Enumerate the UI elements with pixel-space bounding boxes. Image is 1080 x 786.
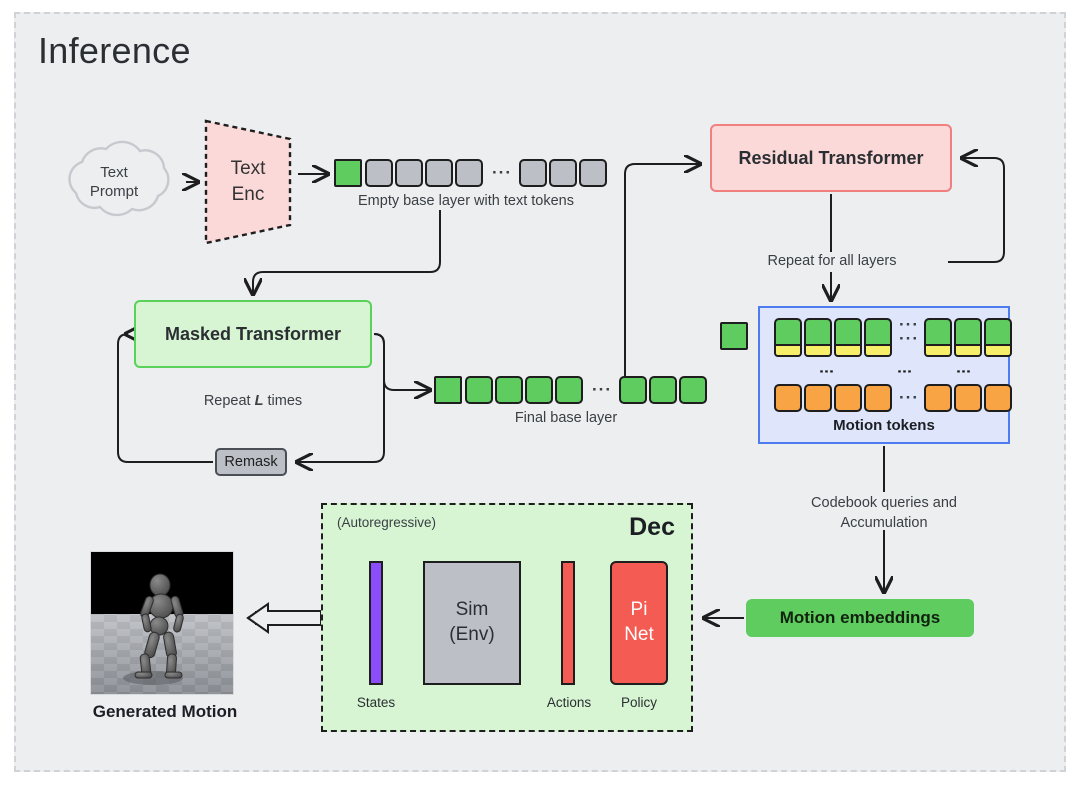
pinet-line2: Net — [624, 624, 654, 645]
token-gray — [578, 159, 607, 187]
token-orange — [924, 384, 952, 412]
text-prompt-cloud: Text Prompt — [44, 136, 184, 228]
token-green — [555, 376, 583, 404]
token-gray — [425, 159, 453, 187]
token-orange — [774, 384, 802, 412]
text-encoder-line2: Enc — [231, 184, 265, 205]
token-green — [678, 376, 707, 404]
humanoid-render-image — [91, 552, 233, 694]
vertical-ellipsis: ⋮ — [896, 364, 913, 381]
empty-base-layer-caption: Empty base layer with text tokens — [358, 193, 574, 209]
text-encoder-line1: Text — [230, 158, 266, 180]
page-title: Inference — [38, 30, 191, 71]
empty-base-layer: ··· Empty base layer with text tokens — [334, 159, 609, 209]
codebook-note: Codebook queries and Accumulation — [764, 494, 1004, 533]
token-green — [334, 159, 362, 187]
token-stack — [774, 318, 802, 357]
vertical-ellipsis: ⋮ — [818, 364, 835, 381]
masked-transformer-block[interactable]: Masked Transformer — [134, 300, 372, 368]
autoregressive-note: (Autoregressive) — [337, 515, 437, 530]
empty-base-layer-tokens: ··· — [334, 159, 609, 187]
token-ellipsis: ··· — [592, 380, 612, 399]
token-green — [648, 376, 677, 404]
text-prompt-line1: Text — [100, 163, 128, 181]
token-stack — [924, 318, 952, 357]
actions-label: Actions — [546, 695, 592, 710]
final-base-layer: ··· Final base layer — [434, 376, 709, 426]
token-orange — [804, 384, 832, 412]
motion-tokens-panel: ··· ··· ⋮ ⋮ ⋮ ··· Motion tokens — [758, 306, 1012, 444]
final-base-layer-caption: Final base layer — [514, 410, 618, 426]
sim-line1: Sim — [455, 599, 489, 621]
standalone-green-token — [720, 322, 748, 350]
token-stack — [834, 318, 862, 357]
sim-line2: (Env) — [449, 624, 495, 645]
inference-diagram: Inference Text Prompt Text Enc ··· Empty… — [14, 12, 1066, 772]
residual-transformer-block[interactable]: Residual Transformer — [710, 124, 952, 192]
repeat-all-layers-note: Repeat for all layers — [767, 253, 897, 269]
text-prompt-line2: Prompt — [89, 183, 139, 200]
token-ellipsis: ··· — [492, 163, 512, 182]
token-green — [465, 376, 493, 404]
codebook-note-line1: Codebook queries and — [811, 495, 957, 511]
vertical-ellipsis: ⋮ — [955, 364, 972, 381]
motion-tokens-top-row: ··· ··· — [774, 316, 1014, 357]
token-stack — [984, 318, 1012, 357]
token-gray — [518, 159, 547, 187]
pinet-line1: Pi — [630, 599, 648, 621]
motion-token-ellipsis: ··· — [899, 388, 919, 407]
token-orange — [834, 384, 862, 412]
token-orange — [954, 384, 982, 412]
repeat-l-times-note: Repeat L times — [134, 392, 372, 412]
text-encoder-block: Text Enc — [202, 117, 294, 247]
token-orange — [984, 384, 1012, 412]
motion-tokens-caption: Motion tokens — [833, 417, 935, 434]
final-base-layer-tokens: ··· — [434, 376, 709, 404]
motion-token-ellipsis: ··· — [899, 329, 919, 348]
token-stack — [864, 318, 892, 357]
generated-motion-render — [90, 551, 234, 695]
token-green — [525, 376, 553, 404]
generated-motion-caption: Generated Motion — [92, 702, 238, 721]
decoder-block: (Autoregressive) Dec States Sim (Env) Ac… — [321, 503, 693, 732]
simulator-box: Sim (Env) — [423, 561, 521, 685]
token-green — [434, 376, 462, 404]
token-orange — [864, 384, 892, 412]
token-gray — [395, 159, 423, 187]
token-gray — [365, 159, 393, 187]
token-gray — [548, 159, 577, 187]
token-stack — [804, 318, 832, 357]
states-bar — [369, 561, 383, 685]
decoder-title: Dec — [629, 513, 675, 541]
policy-label: Policy — [620, 695, 657, 710]
actions-bar — [561, 561, 575, 685]
remask-button[interactable]: Remask — [215, 448, 287, 476]
token-stack — [954, 318, 982, 357]
token-gray — [455, 159, 483, 187]
codebook-note-line2: Accumulation — [840, 514, 928, 531]
states-label: States — [356, 695, 396, 710]
token-green — [495, 376, 523, 404]
motion-embeddings-block[interactable]: Motion embeddings — [746, 599, 974, 637]
token-green — [618, 376, 647, 404]
motion-tokens-bottom-row: ··· — [774, 384, 1014, 412]
policy-network-box: Pi Net — [610, 561, 668, 685]
repeat-prefix: Repeat — [203, 393, 255, 409]
repeat-suffix: times — [263, 393, 303, 409]
